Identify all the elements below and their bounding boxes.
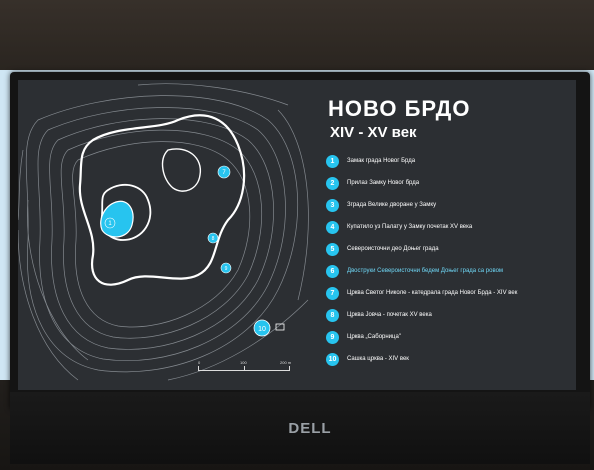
legend-number-icon: 9	[326, 330, 339, 344]
legend-label: Црква Светог Николе - катедрала града Но…	[347, 290, 518, 296]
legend-item[interactable]: 2 Прилаз Замку Новог брда	[326, 172, 576, 194]
wall-background	[0, 0, 594, 70]
legend-label: Црква „Саборница"	[347, 334, 401, 340]
legend-label: Двоструки Североисточни бедем Доњег град…	[347, 268, 504, 274]
scale-bar: 0 100 200 m	[198, 360, 298, 380]
map-marker-10[interactable]: 10	[253, 319, 271, 337]
scale-label: 200 m	[280, 360, 292, 365]
legend-number-icon: 10	[326, 352, 339, 366]
legend-label: Сашка црква - XIV век	[347, 356, 409, 362]
legend-number-icon: 3	[326, 198, 339, 212]
legend-item[interactable]: 3 Зграда Велике дворане у Замку	[326, 194, 576, 216]
scale-label: 0	[198, 360, 201, 365]
castle-highlight	[100, 200, 134, 238]
map-marker-8[interactable]: 8	[207, 232, 219, 244]
legend-item[interactable]: 4 Купатило уз Палату у Замку почетак XV …	[326, 216, 576, 238]
legend: 1 Замак града Новог Брда 2 Прилаз Замку …	[326, 150, 576, 370]
page-title: НОВО БРДО	[328, 96, 471, 121]
inner-wall	[161, 148, 202, 192]
display-screen: 1 7 8 9 10 НОВО БРДО XIV - XV век 1 Зама…	[18, 80, 576, 390]
scale-tick	[289, 366, 290, 371]
legend-item[interactable]: 10 Сашка црква - XIV век	[326, 348, 576, 370]
legend-number-icon: 4	[326, 220, 339, 234]
page-subtitle: XIV - XV век	[330, 124, 417, 141]
legend-number-icon: 1	[326, 154, 339, 168]
legend-item[interactable]: 7 Црква Светог Николе - катедрала града …	[326, 282, 576, 304]
legend-number-icon: 7	[326, 286, 339, 300]
legend-label: Прилаз Замку Новог брда	[347, 180, 420, 186]
legend-label: Зграда Велике дворане у Замку	[347, 202, 437, 208]
scale-tick	[198, 366, 199, 371]
scale-label: 100	[240, 360, 247, 365]
legend-number-icon: 8	[326, 308, 339, 322]
outer-fortification-wall	[78, 114, 246, 286]
map-marker-1[interactable]: 1	[104, 217, 116, 229]
topographic-map: 1 7 8 9 10	[18, 83, 309, 381]
legend-label: Замак града Новог Брда	[347, 158, 416, 164]
legend-item[interactable]: 6 Двоструки Североисточни бедем Доњег гр…	[326, 260, 576, 282]
legend-number-icon: 6	[326, 264, 339, 278]
legend-label: Североисточни део Доњег града	[347, 246, 439, 252]
legend-item[interactable]: 1 Замак града Новог Брда	[326, 150, 576, 172]
map-marker-7[interactable]: 7	[217, 165, 231, 179]
legend-item[interactable]: 9 Црква „Саборница"	[326, 326, 576, 348]
legend-item[interactable]: 5 Североисточни део Доњег града	[326, 238, 576, 260]
legend-item[interactable]: 8 Црква Јовча - почетак XV века	[326, 304, 576, 326]
svg-text:10: 10	[258, 326, 266, 333]
dell-logo: DELL	[288, 420, 332, 437]
svg-text:9: 9	[225, 266, 228, 272]
legend-number-icon: 2	[326, 176, 339, 190]
svg-text:8: 8	[212, 236, 215, 242]
legend-label: Купатило уз Палату у Замку почетак XV ве…	[347, 224, 473, 230]
map-marker-9[interactable]: 9	[220, 262, 232, 274]
legend-label: Црква Јовча - почетак XV века	[347, 312, 432, 318]
scale-tick	[244, 366, 245, 371]
legend-number-icon: 5	[326, 242, 339, 256]
